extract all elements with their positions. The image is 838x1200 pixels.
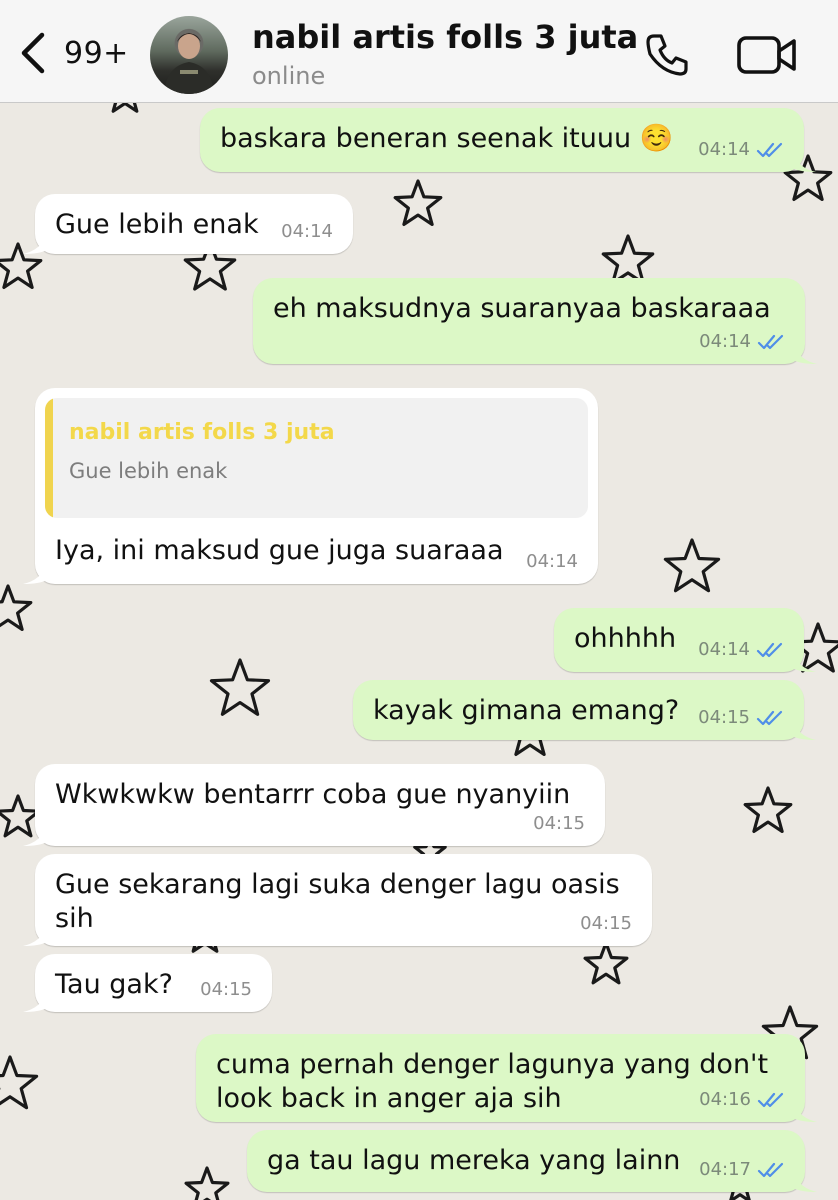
phone-icon[interactable] xyxy=(642,30,692,80)
message-time: 04:14 xyxy=(281,221,333,242)
message-text: Iya, ini maksud gue juga suaraaa xyxy=(55,535,504,566)
bubble-tail xyxy=(23,826,47,846)
bubble-tail xyxy=(23,234,47,254)
star-decoration xyxy=(583,941,629,985)
message-time: 04:14 xyxy=(526,551,578,572)
unread-count: 99+ xyxy=(64,35,129,71)
outgoing-message[interactable]: ohhhhh 04:14 xyxy=(554,608,816,672)
incoming-message[interactable]: Wkwkwkw bentarrr coba gue nyanyiin 04:15 xyxy=(23,764,605,846)
star-decoration xyxy=(601,234,655,285)
star-decoration xyxy=(209,658,271,716)
message-text: eh maksudnya suaranyaa baskaraaa xyxy=(273,293,771,324)
bubble-tail xyxy=(792,720,816,740)
double-check-icon xyxy=(757,1092,784,1108)
message-time: 04:15 xyxy=(533,813,585,834)
message-meta: 04:14 xyxy=(281,222,333,242)
message-time: 04:15 xyxy=(698,707,750,728)
double-check-icon xyxy=(756,142,783,158)
bubble-tail xyxy=(793,344,817,364)
video-camera-icon[interactable] xyxy=(736,34,798,76)
message-meta: 04:14 xyxy=(698,140,784,160)
contact-name[interactable]: nabil artis folls 3 juta xyxy=(252,18,638,56)
outgoing-message[interactable]: eh maksudnya suaranyaa baskaraaa 04:14 xyxy=(253,278,817,364)
message-text: Gue sekarang lagi suka denger lagu oasis… xyxy=(55,869,620,934)
message-text: Gue lebih enak xyxy=(55,209,259,240)
outgoing-message[interactable]: kayak gimana emang? 04:15 xyxy=(353,680,816,740)
double-check-icon xyxy=(756,710,783,726)
avatar-photo xyxy=(164,33,214,94)
incoming-message[interactable]: nabil artis folls 3 juta Gue lebih enak Iy… xyxy=(23,388,598,584)
outgoing-message[interactable]: baskara beneran seenak ituuu ☺️ 04:14 xyxy=(200,108,816,172)
chat-wallpaper xyxy=(0,73,838,1200)
message-meta: 04:15 xyxy=(580,914,632,934)
message-time: 04:14 xyxy=(698,139,750,160)
star-decoration xyxy=(0,1055,39,1110)
bubble-tail xyxy=(792,152,816,172)
chevron-left-icon xyxy=(21,32,45,74)
message-meta: 04:14 xyxy=(526,552,578,572)
message-time: 04:14 xyxy=(699,331,751,352)
message-meta: 04:14 xyxy=(698,640,784,660)
message-text: kayak gimana emang? xyxy=(373,695,680,726)
message-time: 04:14 xyxy=(698,639,750,660)
star-decoration xyxy=(0,584,33,631)
message-meta: 04:14 xyxy=(699,332,785,352)
avatar[interactable] xyxy=(150,16,228,94)
quote-text: Gue lebih enak xyxy=(69,459,228,483)
message-text: ga tau lagu mereka yang lainn xyxy=(267,1145,681,1176)
star-decoration xyxy=(743,786,793,833)
message-text: ohhhhh xyxy=(574,623,677,654)
bubble-tail xyxy=(23,926,47,946)
back-button[interactable]: 99+ xyxy=(16,28,136,78)
bubble-tail xyxy=(793,1172,817,1192)
message-text: Tau gak? xyxy=(55,969,173,1000)
message-text: baskara beneran seenak ituuu ☺️ xyxy=(220,123,674,154)
star-decoration xyxy=(663,538,721,593)
message-time: 04:17 xyxy=(699,1159,751,1180)
double-check-icon xyxy=(757,334,784,350)
message-meta: 04:15 xyxy=(533,814,585,834)
double-check-icon xyxy=(757,1162,784,1178)
message-meta: 04:15 xyxy=(698,708,784,728)
quoted-reply[interactable]: nabil artis folls 3 juta Gue lebih enak xyxy=(45,398,588,518)
outgoing-message[interactable]: cuma pernah denger lagunya yang don't loo… xyxy=(196,1034,817,1122)
star-decoration xyxy=(184,1166,230,1200)
message-meta: 04:17 xyxy=(699,1160,785,1180)
outgoing-message[interactable]: ga tau lagu mereka yang lainn 04:17 xyxy=(247,1130,817,1192)
message-text: Wkwkwkw bentarrr coba gue nyanyiin xyxy=(55,779,571,810)
star-decoration xyxy=(393,179,443,226)
message-meta: 04:15 xyxy=(200,980,252,1000)
double-check-icon xyxy=(756,642,783,658)
quote-accent-bar xyxy=(45,398,53,518)
contact-status: online xyxy=(252,62,326,90)
chat-header: 99+ nabil artis folls 3 juta online xyxy=(0,0,838,103)
message-time: 04:15 xyxy=(580,913,632,934)
incoming-message[interactable]: Gue sekarang lagi suka denger lagu oasis… xyxy=(23,854,652,946)
quote-author: nabil artis folls 3 juta xyxy=(69,420,335,445)
message-time: 04:16 xyxy=(699,1089,751,1110)
message-meta: 04:16 xyxy=(699,1090,785,1110)
incoming-message[interactable]: Tau gak? 04:15 xyxy=(23,954,272,1012)
bubble-tail xyxy=(792,652,816,672)
message-text: cuma pernah denger lagunya yang don't loo… xyxy=(216,1049,769,1114)
message-time: 04:15 xyxy=(200,979,252,1000)
bubble-tail xyxy=(23,992,47,1012)
bubble-tail xyxy=(793,1102,817,1122)
incoming-message[interactable]: Gue lebih enak 04:14 xyxy=(23,194,353,254)
bubble-tail xyxy=(23,564,47,584)
